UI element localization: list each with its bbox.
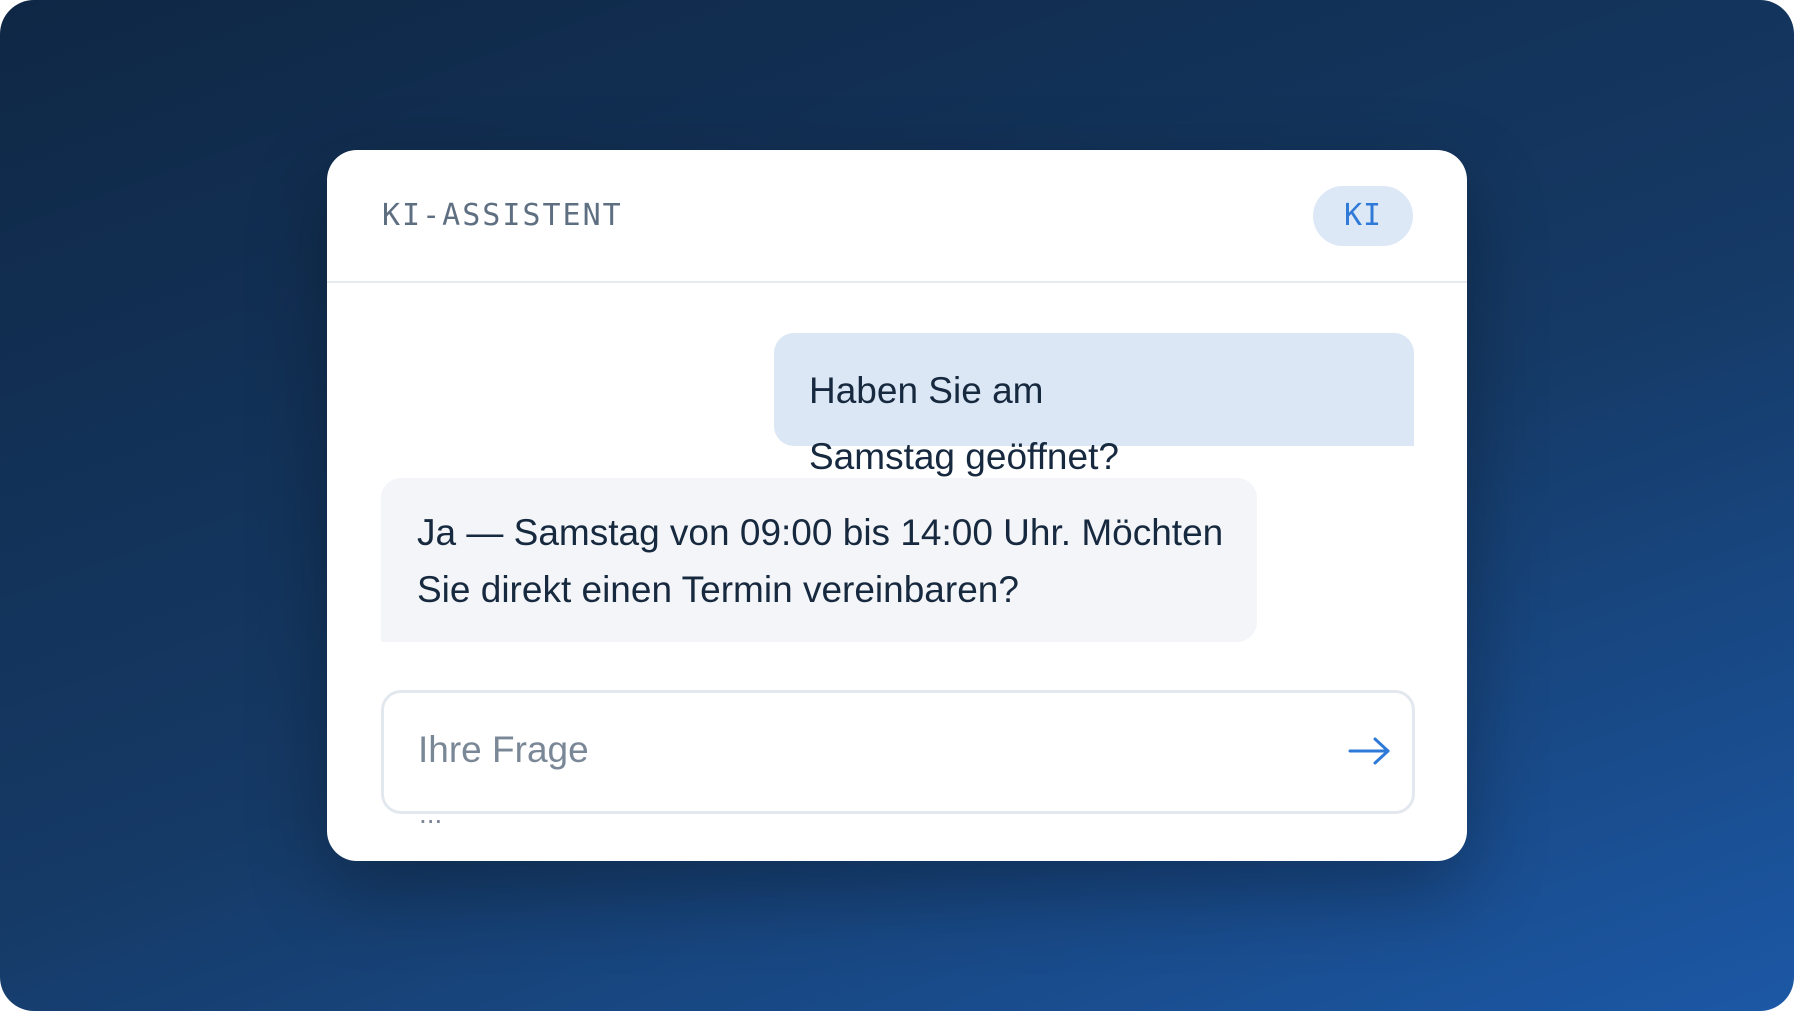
- chat-widget: KI-ASSISTENT KI Haben Sie am Samstag geö…: [327, 150, 1467, 861]
- arrow-right-icon: [1348, 737, 1390, 765]
- chat-header: KI-ASSISTENT KI: [327, 150, 1467, 283]
- background: KI-ASSISTENT KI Haben Sie am Samstag geö…: [0, 0, 1794, 1011]
- question-input-box[interactable]: [381, 690, 1415, 814]
- overflow-ellipsis: ...: [419, 798, 443, 829]
- assistant-message-text: Ja — Samstag von 09:00 bis 14:00 Uhr. Mö…: [417, 512, 1224, 610]
- ki-badge: KI: [1313, 186, 1413, 246]
- question-input[interactable]: [418, 723, 1298, 777]
- user-message-text: Haben Sie am Samstag geöffnet?: [809, 370, 1119, 477]
- chat-title: KI-ASSISTENT: [382, 198, 623, 233]
- send-button[interactable]: [1342, 723, 1398, 779]
